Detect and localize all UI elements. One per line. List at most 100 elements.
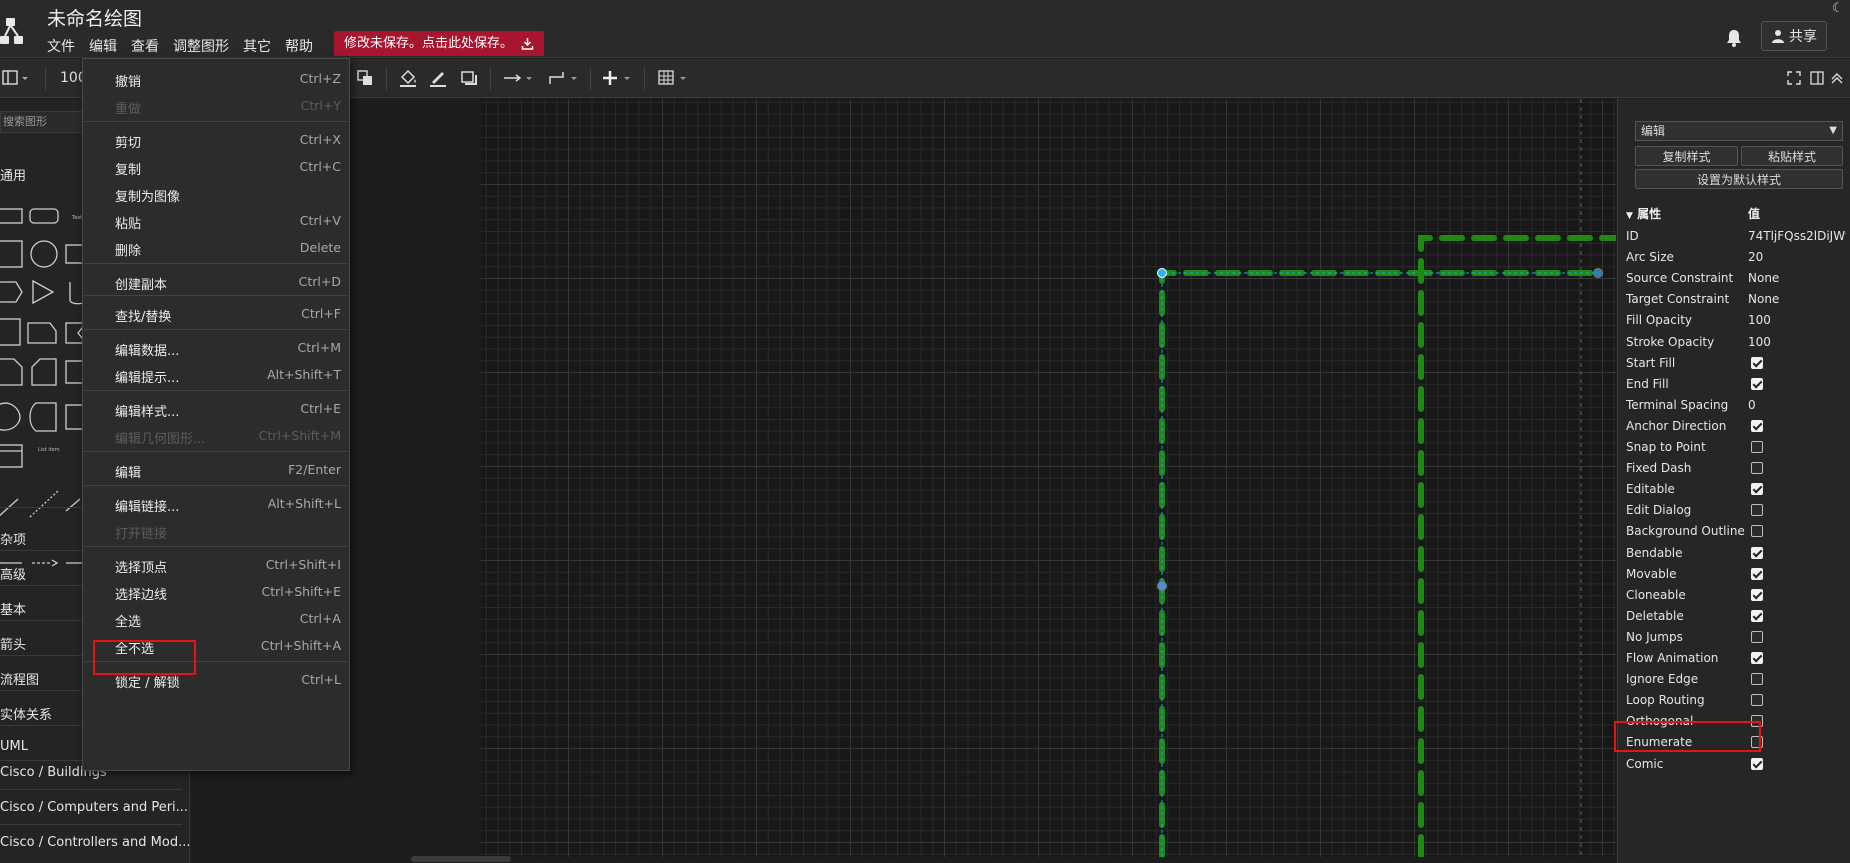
- start-fill-checkbox[interactable]: [1751, 356, 1763, 369]
- menu-item-cut[interactable]: 剪切 Ctrl+X: [83, 126, 349, 154]
- menu-item-select-all[interactable]: 全选 Ctrl+A: [83, 605, 349, 633]
- menu-item-shortcut: Ctrl+Shift+I: [265, 557, 341, 572]
- bendable-checkbox[interactable]: [1751, 546, 1763, 559]
- comic-checkbox[interactable]: [1751, 757, 1763, 770]
- copy-style-button[interactable]: 复制样式: [1635, 146, 1738, 166]
- shape-category-advanced[interactable]: 高级: [0, 564, 26, 583]
- fullscreen-icon[interactable]: [1787, 66, 1801, 90]
- menu-item-copy-as-image[interactable]: 复制为图像: [83, 180, 349, 208]
- edit-dialog-checkbox[interactable]: [1751, 504, 1763, 517]
- shape-category-misc[interactable]: 杂项: [0, 529, 26, 548]
- anchor-direction-checkbox[interactable]: [1751, 419, 1763, 432]
- share-button[interactable]: 共享: [1761, 21, 1827, 51]
- deletable-checkbox[interactable]: [1751, 609, 1763, 622]
- edge-handle[interactable]: [1593, 268, 1603, 278]
- menu-item-edit-tooltip[interactable]: 编辑提示... Alt+Shift+T: [83, 361, 349, 389]
- editable-checkbox[interactable]: [1751, 483, 1763, 496]
- set-default-style-button[interactable]: 设置为默认样式: [1635, 169, 1843, 189]
- menu-item-edit-data[interactable]: 编辑数据... Ctrl+M: [83, 334, 349, 362]
- property-name: Loop Routing: [1626, 693, 1705, 708]
- header-bar: 未命名绘图 文件 编辑 查看 调整图形 其它 帮助 修改未保存。点击此处保存。 …: [0, 0, 1850, 58]
- drawio-logo-icon[interactable]: [0, 18, 24, 46]
- menu-item-label: 剪切: [115, 136, 142, 151]
- flow-animation-checkbox[interactable]: [1751, 652, 1763, 664]
- menu-edit[interactable]: 编辑: [89, 36, 117, 56]
- background-outline-checkbox[interactable]: [1751, 525, 1763, 538]
- menu-item-select-vertices[interactable]: 选择顶点 Ctrl+Shift+I: [83, 551, 349, 579]
- notification-bell-icon[interactable]: [1725, 28, 1743, 48]
- menu-item-find-replace[interactable]: 查找/替换 Ctrl+F: [83, 300, 349, 328]
- cloneable-checkbox[interactable]: [1751, 588, 1763, 601]
- menu-item-undo[interactable]: 撤销 Ctrl+Z: [83, 65, 349, 93]
- menu-item-label: 编辑链接...: [115, 500, 180, 515]
- shape-category-arrows[interactable]: 箭头: [0, 634, 26, 653]
- format-panel-icon[interactable]: [1810, 66, 1824, 90]
- menu-file[interactable]: 文件: [47, 36, 75, 56]
- property-value[interactable]: 100: [1748, 313, 1846, 327]
- toolbar-divider: [45, 68, 46, 90]
- edge-second[interactable]: [1418, 235, 1616, 857]
- selected-edges[interactable]: [481, 99, 1616, 857]
- menu-item-edit[interactable]: 编辑 F2/Enter: [83, 456, 349, 484]
- menu-item-edit-style[interactable]: 编辑样式... Ctrl+E: [83, 395, 349, 423]
- menu-item-select-edges[interactable]: 选择边线 Ctrl+Shift+E: [83, 578, 349, 606]
- menu-item-copy[interactable]: 复制 Ctrl+C: [83, 153, 349, 181]
- shape-category-cisco-controllers[interactable]: Cisco / Controllers and Mod...: [0, 835, 189, 850]
- unsaved-changes-banner[interactable]: 修改未保存。点击此处保存。: [334, 31, 545, 56]
- edge-handle[interactable]: [1157, 268, 1167, 278]
- shape-category-general[interactable]: 通用: [0, 165, 26, 184]
- property-value[interactable]: 74TljFQss2lDiJWt: [1748, 229, 1846, 243]
- menu-item-shortcut: Ctrl+M: [297, 340, 342, 355]
- sidebar-toggle-icon[interactable]: [2, 66, 30, 90]
- expand-triangle-icon[interactable]: ▼: [1626, 211, 1633, 221]
- shadow-icon[interactable]: [460, 66, 478, 90]
- edge-virtual-bend[interactable]: [1157, 581, 1167, 591]
- shape-category-uml[interactable]: UML: [0, 739, 28, 754]
- dark-mode-icon[interactable]: ☾: [1832, 1, 1844, 16]
- property-value[interactable]: None: [1748, 292, 1846, 306]
- property-row-loop-routing: Loop Routing: [1626, 690, 1846, 711]
- no-jumps-checkbox[interactable]: [1751, 630, 1763, 643]
- menu-item-shortcut: Ctrl+F: [301, 306, 341, 321]
- menu-item-label: 编辑提示...: [115, 371, 180, 386]
- property-value[interactable]: None: [1748, 271, 1846, 285]
- menu-item-delete[interactable]: 删除 Delete: [83, 234, 349, 262]
- connection-style-icon[interactable]: [503, 66, 537, 90]
- style-select[interactable]: 编辑 ▼: [1635, 121, 1843, 141]
- paste-style-button[interactable]: 粘贴样式: [1741, 146, 1843, 166]
- waypoints-icon[interactable]: [548, 66, 582, 90]
- menu-help[interactable]: 帮助: [285, 36, 313, 56]
- menu-view[interactable]: 查看: [131, 36, 159, 56]
- menu-arrange[interactable]: 调整图形: [173, 36, 229, 56]
- property-row-stroke-opacity: Stroke Opacity 100: [1626, 332, 1846, 353]
- end-fill-checkbox[interactable]: [1751, 377, 1763, 390]
- to-front-icon[interactable]: [356, 66, 374, 90]
- property-value[interactable]: 100: [1748, 335, 1846, 349]
- edge-selected[interactable]: [1157, 268, 1603, 858]
- menu-separator: [84, 546, 348, 547]
- property-name: Cloneable: [1626, 587, 1686, 602]
- menu-separator: [84, 329, 348, 330]
- shape-category-basic[interactable]: 基本: [0, 599, 26, 618]
- table-icon[interactable]: [658, 66, 692, 90]
- document-title[interactable]: 未命名绘图: [47, 4, 142, 31]
- menu-extras[interactable]: 其它: [243, 36, 271, 56]
- snap-to-point-checkbox[interactable]: [1751, 441, 1763, 453]
- line-color-icon[interactable]: [428, 66, 448, 90]
- menu-item-duplicate[interactable]: 创建副本 Ctrl+D: [83, 268, 349, 296]
- collapse-icon[interactable]: [1830, 66, 1844, 90]
- movable-checkbox[interactable]: [1751, 567, 1763, 580]
- shape-category-flowchart[interactable]: 流程图: [0, 669, 39, 688]
- shape-category-entity-relation[interactable]: 实体关系: [0, 704, 52, 723]
- fill-color-icon[interactable]: [398, 66, 418, 90]
- shape-category-cisco-computers[interactable]: Cisco / Computers and Peri...: [0, 800, 188, 815]
- fixed-dash-checkbox[interactable]: [1751, 462, 1763, 475]
- property-value[interactable]: 0: [1748, 398, 1846, 412]
- insert-icon[interactable]: [602, 66, 636, 90]
- menu-item-edit-link[interactable]: 编辑链接... Alt+Shift+L: [83, 490, 349, 518]
- horizontal-scrollbar[interactable]: [411, 856, 511, 862]
- ignore-edge-checkbox[interactable]: [1751, 673, 1763, 686]
- menu-item-paste[interactable]: 粘贴 Ctrl+V: [83, 207, 349, 235]
- loop-routing-checkbox[interactable]: [1751, 694, 1763, 707]
- property-value[interactable]: 20: [1748, 250, 1846, 264]
